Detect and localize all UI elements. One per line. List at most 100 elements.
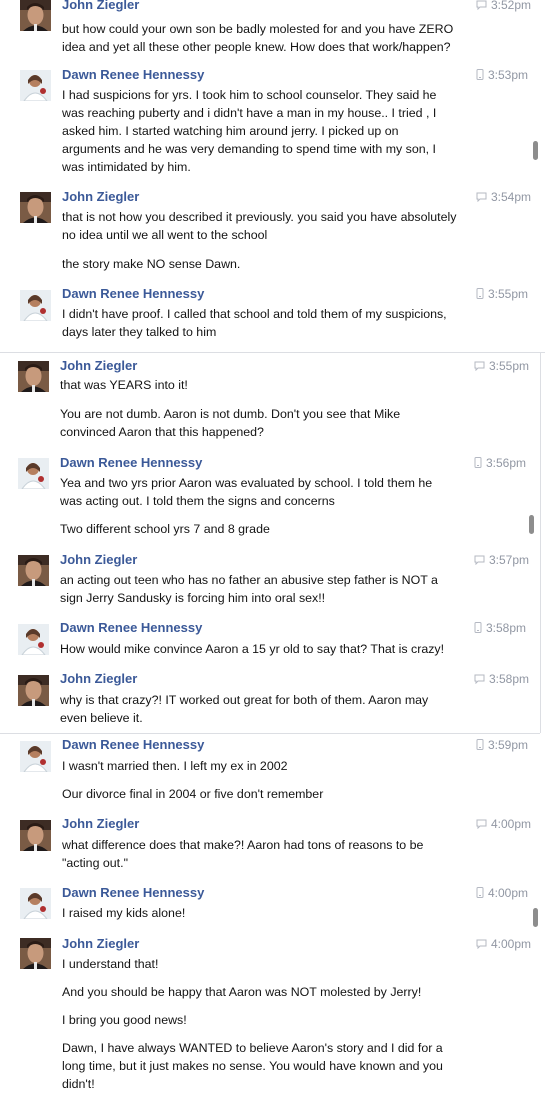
message-timestamp: 4:00pm [476,817,531,832]
message-text-line: was intimidated by him. [62,160,191,174]
avatar-dawn-renee-hennessy[interactable] [18,624,49,655]
sender-name[interactable]: Dawn Renee Hennessy [62,67,204,82]
message-text-line: long time, but it just makes no sense. Y… [62,1059,443,1073]
timestamp-text: 3:56pm [486,456,527,470]
timestamp-text: 3:57pm [489,553,530,567]
sender-name[interactable]: Dawn Renee Hennessy [60,455,202,470]
segment-divider [0,733,540,734]
speech-bubble-icon [476,0,487,13]
sender-name[interactable]: Dawn Renee Hennessy [60,620,202,635]
mobile-phone-icon [474,622,482,636]
message-timestamp: 3:57pm [474,553,529,568]
message-text-line: Yea and two yrs prior Aaron was evaluate… [60,476,433,490]
sender-name[interactable]: John Ziegler [60,671,137,686]
message-text-line: How would mike convince Aaron a 15 yr ol… [60,642,445,656]
sender-name[interactable]: Dawn Renee Hennessy [62,286,204,301]
message-text-line: was reaching puberty and i didn't have a… [62,106,437,120]
message-text-line: asked him. I started watching him around… [62,124,399,138]
message-text-line: that is not how you described it previou… [62,210,457,224]
sender-name[interactable]: John Ziegler [62,0,139,12]
speech-bubble-icon [476,191,487,205]
sender-name[interactable]: John Ziegler [62,936,139,951]
avatar-john-ziegler[interactable] [20,192,51,223]
message-text-line: why is that crazy?! IT worked out great … [60,693,429,707]
message-timestamp: 3:55pm [476,287,528,302]
avatar-dawn-renee-hennessy[interactable] [18,458,49,489]
message-text-line: no idea until we all went to the school [62,228,268,242]
message-text-line: arguments and he was very demanding to s… [62,142,436,156]
scrollbar-thumb[interactable] [533,141,538,160]
message-text-line: I understand that! [62,957,159,971]
avatar-john-ziegler[interactable] [20,938,51,969]
mobile-phone-icon [476,887,484,901]
avatar-john-ziegler[interactable] [20,820,51,851]
sender-name[interactable]: Dawn Renee Hennessy [62,885,204,900]
sender-name[interactable]: John Ziegler [60,552,137,567]
timestamp-text: 3:58pm [486,621,527,635]
message-timestamp: 3:56pm [474,456,526,471]
message-timestamp: 3:58pm [474,672,529,687]
scrollbar-thumb[interactable] [533,908,538,927]
message-text-line: You are not dumb. Aaron is not dumb. Don… [60,407,401,421]
avatar-john-ziegler[interactable] [18,555,49,586]
message-timestamp: 4:00pm [476,886,528,901]
avatar-john-ziegler[interactable] [18,675,49,706]
message-text-line: the story make NO sense Dawn. [62,257,241,271]
speech-bubble-icon [476,938,487,952]
message-text-line: I had suspicions for yrs. I took him to … [62,88,437,102]
timestamp-text: 3:55pm [488,287,529,301]
avatar-dawn-renee-hennessy[interactable] [20,290,51,321]
speech-bubble-icon [474,554,485,568]
timestamp-text: 4:00pm [491,937,532,951]
message-text-line: And you should be happy that Aaron was N… [62,985,422,999]
avatar-dawn-renee-hennessy[interactable] [20,70,51,101]
message-text-line: that was YEARS into it! [60,378,188,392]
mobile-phone-icon [474,457,482,471]
message-text-line: didn't! [62,1077,95,1091]
scrollbar-thumb[interactable] [529,515,534,534]
sender-name[interactable]: John Ziegler [62,816,139,831]
speech-bubble-icon [474,360,485,374]
timestamp-text: 3:53pm [488,68,529,82]
mobile-phone-icon [476,69,484,83]
timestamp-text: 3:52pm [491,0,532,12]
sender-name[interactable]: John Ziegler [62,189,139,204]
timestamp-text: 4:00pm [488,886,529,900]
message-text-line: Two different school yrs 7 and 8 grade [60,522,270,536]
message-timestamp: 4:00pm [476,937,531,952]
message-text-line: I bring you good news! [62,1013,187,1027]
message-text-line: Dawn, I have always WANTED to believe Aa… [62,1041,443,1055]
message-text-line: idea and yet all these other people knew… [62,40,451,54]
panel-border [540,352,541,733]
message-text-line: convinced Aaron that this happened? [60,425,264,439]
message-timestamp: 3:59pm [476,738,528,753]
message-timestamp: 3:58pm [474,621,526,636]
avatar-dawn-renee-hennessy[interactable] [20,741,51,772]
timestamp-text: 3:54pm [491,190,532,204]
mobile-phone-icon [476,288,484,302]
message-text-line: sign Jerry Sandusky is forcing him into … [60,591,326,605]
speech-bubble-icon [476,818,487,832]
sender-name[interactable]: John Ziegler [60,358,137,373]
timestamp-text: 3:55pm [489,359,530,373]
timestamp-text: 3:59pm [488,738,529,752]
avatar-john-ziegler[interactable] [18,361,49,392]
message-text-line: what difference does that make?! Aaron h… [62,838,424,852]
message-text-line: I raised my kids alone! [62,906,186,920]
segment-divider [0,352,545,353]
avatar-john-ziegler[interactable] [20,0,51,31]
sender-name[interactable]: Dawn Renee Hennessy [62,737,204,752]
message-text-line: was acting out. I told them the signs an… [60,494,335,508]
message-text-line: days later they talked to him [62,325,217,339]
message-timestamp: 3:53pm [476,68,528,83]
message-text-line: Our divorce final in 2004 or five don't … [62,787,324,801]
message-timestamp: 3:54pm [476,190,531,205]
avatar-dawn-renee-hennessy[interactable] [20,888,51,919]
message-text-line: "acting out." [62,856,128,870]
message-text-line: even believe it. [60,711,143,725]
message-text-line: but how could your own son be badly mole… [62,22,454,36]
mobile-phone-icon [476,739,484,753]
speech-bubble-icon [474,673,485,687]
timestamp-text: 3:58pm [489,672,530,686]
timestamp-text: 4:00pm [491,817,532,831]
